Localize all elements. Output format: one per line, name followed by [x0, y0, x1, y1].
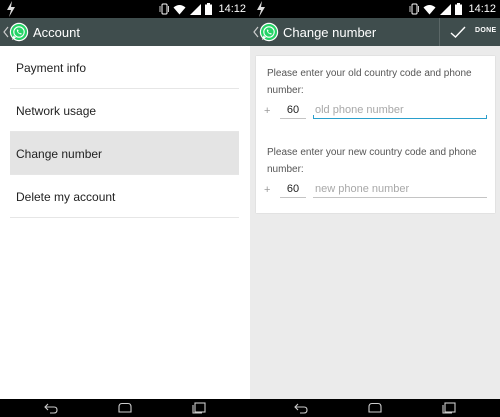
wifi-icon [423, 4, 436, 14]
check-icon [450, 26, 466, 38]
battery-icon [455, 3, 462, 15]
navigation-bar [250, 399, 500, 417]
flash-icon [7, 1, 15, 17]
battery-icon [205, 3, 212, 15]
screen-title: Account [33, 25, 80, 40]
signal-icon [190, 3, 201, 15]
account-screen: 14:12 Account Payment info Network usage… [0, 0, 250, 417]
nav-recents-icon[interactable] [442, 402, 456, 414]
old-phone-number-input[interactable]: old phone number [313, 104, 487, 119]
old-country-code-input[interactable]: 60 [280, 104, 306, 119]
vibrate-icon [159, 3, 169, 15]
done-label: DONE [475, 27, 497, 34]
menu-item-label: Network usage [16, 104, 97, 118]
status-bar: 14:12 [250, 0, 500, 18]
old-number-prompt: Please enter your old country code and p… [267, 68, 472, 96]
change-number-form: Please enter your old country code and p… [256, 56, 495, 213]
nav-home-icon[interactable] [118, 402, 132, 414]
action-bar: Change number DONE [250, 18, 500, 46]
whatsapp-logo-icon[interactable] [259, 22, 279, 42]
nav-back-icon[interactable] [44, 402, 58, 414]
new-phone-number-input[interactable]: new phone number [313, 183, 487, 198]
signal-icon [440, 3, 451, 15]
account-menu: Payment info Network usage Change number… [10, 46, 239, 218]
status-time: 14:12 [468, 3, 496, 15]
menu-item-delete-account[interactable]: Delete my account [10, 175, 239, 218]
menu-item-network-usage[interactable]: Network usage [10, 89, 239, 132]
flash-icon [257, 1, 265, 17]
plus-sign: + [264, 105, 271, 117]
nav-back-icon[interactable] [294, 402, 308, 414]
menu-item-label: Payment info [16, 61, 87, 75]
vibrate-icon [409, 3, 419, 15]
navigation-bar [0, 399, 250, 417]
status-time: 14:12 [218, 3, 246, 15]
menu-item-label: Change number [16, 147, 103, 161]
screen-title: Change number [283, 25, 377, 40]
wifi-icon [173, 4, 186, 14]
done-button[interactable]: DONE [439, 18, 500, 46]
menu-item-label: Delete my account [16, 190, 116, 204]
plus-sign: + [264, 184, 271, 196]
change-number-screen: 14:12 Change number DONE Please enter yo… [250, 0, 500, 417]
action-bar: Account [0, 18, 250, 46]
nav-recents-icon[interactable] [192, 402, 206, 414]
menu-item-change-number[interactable]: Change number [10, 132, 239, 175]
new-number-prompt: Please enter your new country code and p… [267, 147, 477, 175]
status-bar: 14:12 [0, 0, 250, 18]
whatsapp-logo-icon[interactable] [9, 22, 29, 42]
new-country-code-input[interactable]: 60 [280, 183, 306, 198]
nav-home-icon[interactable] [368, 402, 382, 414]
menu-item-payment-info[interactable]: Payment info [10, 46, 239, 89]
